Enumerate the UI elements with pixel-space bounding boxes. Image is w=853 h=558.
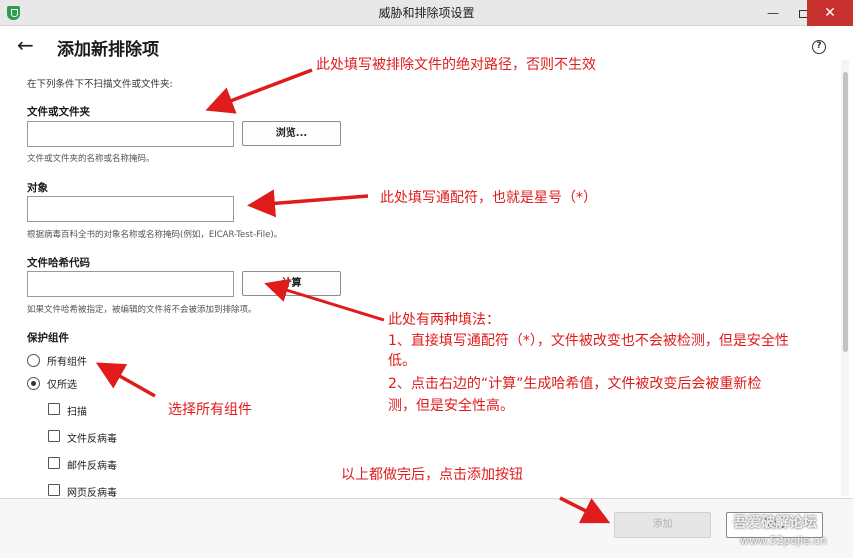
annotation-file-path: 此处填写被排除文件的绝对路径，否则不生效 [316, 57, 596, 73]
browse-button[interactable]: 浏览... [242, 121, 341, 146]
page-title: 添加新排除项 [57, 40, 159, 60]
compute-hash-button[interactable]: 计算 [242, 271, 341, 296]
annotation-click-add: 以上都做完后，点击添加按钮 [341, 467, 523, 483]
scrollbar-thumb[interactable] [843, 72, 848, 352]
radio-selected-only-label[interactable]: 仅所选 [47, 376, 77, 391]
arrow-to-file-input [205, 68, 313, 114]
file-folder-label: 文件或文件夹 [27, 106, 90, 118]
watermark-url: www.52pojie.cn [740, 534, 827, 547]
annotation-hash-line2b: 测，但是安全性高。 [388, 398, 514, 414]
object-label: 对象 [27, 182, 48, 194]
annotation-hash-title: 此处有两种填法： [388, 312, 500, 328]
annotation-select-all: 选择所有组件 [168, 402, 252, 418]
annotation-hash-line2a: 2、点击右边的“计算”生成哈希值，文件被改变后会被重新检 [388, 376, 762, 392]
object-input[interactable] [27, 196, 234, 222]
annotation-wildcard: 此处填写通配符，也就是星号（*） [380, 190, 597, 206]
annotation-hash-line1a: 1、直接填写通配符（*），文件被改变也不会被检测，但是安全性 [388, 333, 789, 349]
add-button[interactable]: 添加 [614, 512, 711, 538]
checkbox-mail-antivirus[interactable] [48, 457, 60, 469]
annotation-hash-line1b: 低。 [388, 353, 416, 369]
minimize-button[interactable]: — [758, 0, 788, 26]
radio-selected-only[interactable] [27, 377, 40, 390]
arrow-to-object-input [247, 189, 369, 218]
window-title: 威胁和排除项设置 [378, 6, 475, 20]
checkbox-scan[interactable] [48, 403, 60, 415]
watermark-text: 吾爱破解论坛 [733, 515, 817, 531]
close-button[interactable]: ✕ [807, 0, 853, 26]
checkbox-file-antivirus-label[interactable]: 文件反病毒 [67, 430, 117, 445]
checkbox-mail-antivirus-label[interactable]: 邮件反病毒 [67, 457, 117, 472]
checkbox-web-antivirus-label[interactable]: 网页反病毒 [67, 484, 117, 499]
hash-label: 文件哈希代码 [27, 257, 90, 269]
object-hint: 根据病毒百科全书的对象名称或名称掩码(例如，EICAR-Test-File)。 [27, 230, 283, 240]
back-arrow-icon[interactable]: ← [17, 33, 34, 57]
hash-hint: 如果文件哈希被指定，被编辑的文件将不会被添加到排除项。 [27, 305, 257, 315]
checkbox-file-antivirus[interactable] [48, 430, 60, 442]
help-icon[interactable]: ? [812, 40, 826, 54]
hash-input[interactable] [27, 271, 234, 297]
checkbox-web-antivirus[interactable] [48, 484, 60, 496]
file-folder-input[interactable] [27, 121, 234, 147]
title-bar: 威胁和排除项设置 — ✕ [0, 0, 853, 26]
radio-all-components[interactable] [27, 354, 40, 367]
arrow-to-all-components [95, 362, 156, 398]
protection-label: 保护组件 [27, 332, 69, 344]
footer-divider [0, 498, 853, 499]
form-intro: 在下列条件下不扫描文件或文件夹: [27, 79, 173, 90]
file-folder-hint: 文件或文件夹的名称或名称掩码。 [27, 154, 155, 164]
radio-all-components-label[interactable]: 所有组件 [47, 353, 87, 368]
checkbox-scan-label[interactable]: 扫描 [67, 403, 87, 418]
